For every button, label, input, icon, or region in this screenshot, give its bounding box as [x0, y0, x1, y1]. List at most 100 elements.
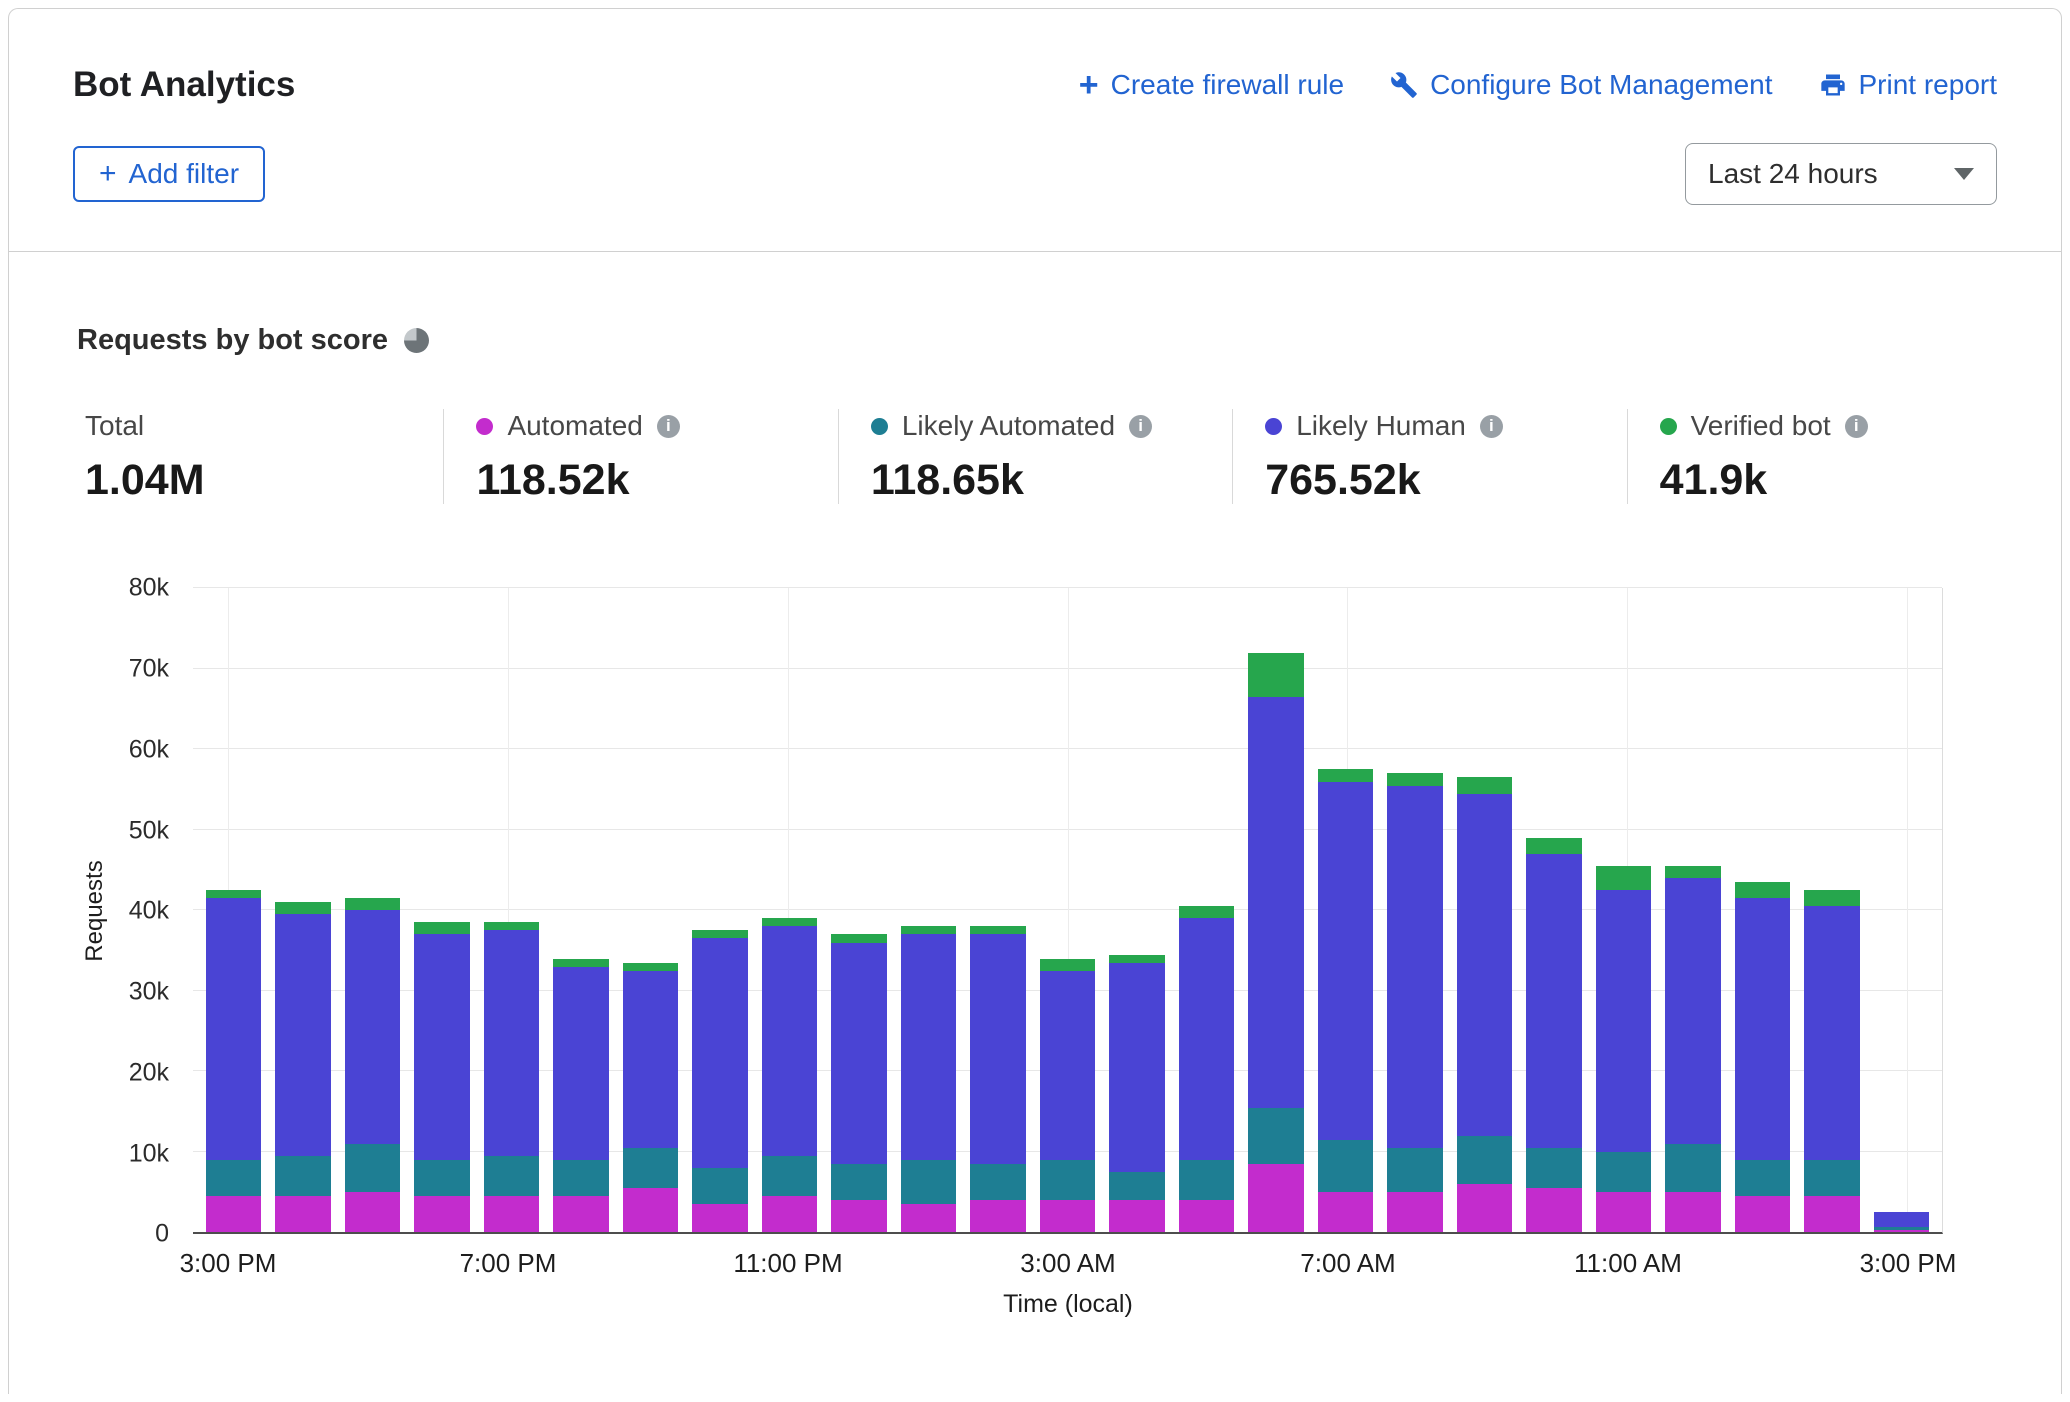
stat-likely-human-value: 765.52k	[1265, 457, 1626, 504]
segment-likely-automated	[1179, 1160, 1234, 1200]
segment-automated	[1457, 1184, 1512, 1232]
segment-likely-human	[1735, 898, 1790, 1160]
segment-verified-bot	[970, 926, 1025, 934]
stat-likely-automated-label: Likely Automated	[902, 410, 1115, 442]
info-icon[interactable]	[1129, 415, 1152, 438]
segment-likely-automated	[275, 1156, 330, 1196]
segment-likely-automated	[1248, 1108, 1303, 1164]
bar-100am-10[interactable]	[901, 588, 956, 1232]
stat-likely-human-label: Likely Human	[1296, 410, 1466, 442]
segment-automated	[1179, 1200, 1234, 1232]
segment-verified-bot	[206, 890, 261, 898]
segment-verified-bot	[1665, 866, 1720, 878]
print-report-link[interactable]: Print report	[1819, 69, 1998, 101]
segment-verified-bot	[831, 934, 886, 942]
segment-likely-human	[1179, 918, 1234, 1160]
segment-automated	[414, 1196, 469, 1232]
stat-total-value: 1.04M	[85, 457, 443, 504]
segment-verified-bot	[1387, 773, 1442, 785]
add-filter-button[interactable]: Add filter	[73, 146, 265, 202]
configure-bot-management-label: Configure Bot Management	[1430, 69, 1772, 101]
segment-automated	[553, 1196, 608, 1232]
bar-800am-17[interactable]	[1387, 588, 1442, 1232]
bar-1100pm-8[interactable]	[762, 588, 817, 1232]
printer-icon	[1819, 71, 1847, 99]
segment-automated	[345, 1192, 400, 1232]
bar-600pm-3[interactable]	[414, 588, 469, 1232]
y-axis: Requests 010k20k30k40k50k60k70k80k	[9, 588, 193, 1234]
segment-verified-bot	[275, 902, 330, 914]
bar-1100am-20[interactable]	[1596, 588, 1651, 1232]
bar-400am-13[interactable]	[1109, 588, 1164, 1232]
segment-automated	[1665, 1192, 1720, 1232]
info-icon[interactable]	[657, 415, 680, 438]
bar-900am-18[interactable]	[1457, 588, 1512, 1232]
segment-likely-human	[206, 898, 261, 1160]
configure-bot-management-link[interactable]: Configure Bot Management	[1390, 69, 1772, 101]
bar-200pm-23[interactable]	[1804, 588, 1859, 1232]
segment-automated	[1040, 1200, 1095, 1232]
segment-likely-automated	[692, 1168, 747, 1204]
x-tick-label: 11:00 AM	[1574, 1248, 1682, 1279]
segment-likely-human	[1248, 697, 1303, 1108]
x-tick-label: 7:00 AM	[1300, 1248, 1395, 1279]
create-firewall-rule-link[interactable]: Create firewall rule	[1079, 68, 1344, 102]
segment-likely-human	[1318, 782, 1373, 1140]
segment-verified-bot	[901, 926, 956, 934]
time-range-value: Last 24 hours	[1708, 158, 1878, 190]
segment-verified-bot	[762, 918, 817, 926]
segment-likely-human	[970, 934, 1025, 1163]
header-actions: Create firewall rule Configure Bot Manag…	[1079, 68, 1997, 102]
info-icon[interactable]	[1845, 415, 1868, 438]
segment-automated	[901, 1204, 956, 1232]
bar-300pm-0[interactable]	[206, 588, 261, 1232]
segment-likely-human	[692, 938, 747, 1167]
segment-automated	[1804, 1196, 1859, 1232]
segment-likely-automated	[553, 1160, 608, 1196]
y-tick-label: 80k	[129, 574, 169, 603]
chevron-down-icon	[1954, 168, 1974, 180]
bar-800pm-5[interactable]	[553, 588, 608, 1232]
x-tick-label: 7:00 PM	[460, 1248, 557, 1279]
y-tick-label: 60k	[129, 735, 169, 764]
bar-300am-12[interactable]	[1040, 588, 1095, 1232]
section-title: Requests by bot score	[77, 324, 388, 357]
bar-600am-15[interactable]	[1248, 588, 1303, 1232]
segment-likely-human	[1526, 854, 1581, 1148]
plus-icon	[1079, 68, 1099, 102]
segment-likely-human	[484, 930, 539, 1155]
stat-total: Total 1.04M	[85, 409, 443, 504]
bar-1200am-9[interactable]	[831, 588, 886, 1232]
bar-100pm-22[interactable]	[1735, 588, 1790, 1232]
bar-700pm-4[interactable]	[484, 588, 539, 1232]
bar-1000pm-7[interactable]	[692, 588, 747, 1232]
segment-verified-bot	[1040, 959, 1095, 971]
segment-likely-automated	[1387, 1148, 1442, 1192]
segment-automated	[692, 1204, 747, 1232]
time-range-select[interactable]: Last 24 hours	[1685, 143, 1997, 205]
segment-verified-bot	[1318, 769, 1373, 781]
bar-300pm-24[interactable]	[1874, 588, 1929, 1232]
info-icon[interactable]	[1480, 415, 1503, 438]
bar-200am-11[interactable]	[970, 588, 1025, 1232]
segment-verified-bot	[484, 922, 539, 930]
segment-verified-bot	[345, 898, 400, 910]
segment-verified-bot	[1179, 906, 1234, 918]
segment-likely-automated	[206, 1160, 261, 1196]
stat-likely-human: Likely Human 765.52k	[1232, 409, 1626, 504]
segment-automated	[623, 1188, 678, 1232]
add-filter-label: Add filter	[129, 158, 240, 190]
bar-400pm-1[interactable]	[275, 588, 330, 1232]
bar-1000am-19[interactable]	[1526, 588, 1581, 1232]
x-axis-labels: 3:00 PM7:00 PM11:00 PM3:00 AM7:00 AM11:0…	[193, 1234, 1943, 1284]
bar-700am-16[interactable]	[1318, 588, 1373, 1232]
segment-likely-human	[1596, 890, 1651, 1152]
bar-500am-14[interactable]	[1179, 588, 1234, 1232]
section-title-row: Requests by bot score	[77, 324, 2061, 357]
bar-1200pm-21[interactable]	[1665, 588, 1720, 1232]
header: Bot Analytics Create firewall rule Confi…	[9, 9, 2061, 252]
segment-likely-automated	[1804, 1160, 1859, 1196]
bar-500pm-2[interactable]	[345, 588, 400, 1232]
stat-total-label: Total	[85, 410, 144, 442]
bar-900pm-6[interactable]	[623, 588, 678, 1232]
